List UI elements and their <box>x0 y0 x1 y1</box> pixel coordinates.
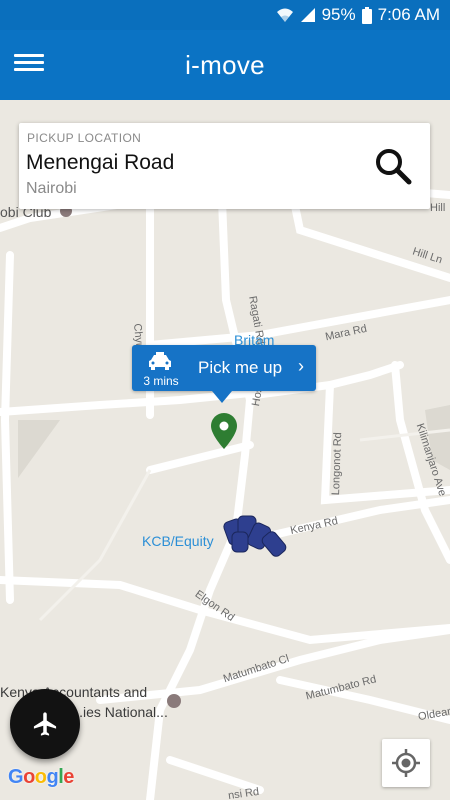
pickup-location-card[interactable]: PICKUP LOCATION Menengai Road Nairobi <box>19 123 430 209</box>
my-location-button[interactable] <box>382 739 430 787</box>
app-bar: i-move <box>0 30 450 100</box>
map-label-kcb-equity: KCB/Equity <box>142 533 214 549</box>
search-icon[interactable] <box>374 147 412 185</box>
taxi-icon <box>149 352 171 370</box>
pickup-city: Nairobi <box>26 180 77 197</box>
location-pin-icon <box>211 413 237 449</box>
pickup-label: PICKUP LOCATION <box>27 131 142 145</box>
poi-icon <box>167 694 181 708</box>
pickup-eta: 3 mins <box>143 374 179 388</box>
airport-fab-button[interactable] <box>10 689 80 759</box>
status-bar: 95% 7:06 AM <box>0 0 450 30</box>
map-label-hill: Hill <box>430 202 446 214</box>
pickup-road: Menengai Road <box>26 151 175 174</box>
battery-percent: 95% <box>321 5 356 24</box>
nearby-cars-icon <box>223 515 287 557</box>
chevron-right-icon: › <box>298 356 304 376</box>
airplane-icon <box>33 712 57 736</box>
google-logo: Google <box>8 766 74 788</box>
battery-icon <box>361 6 372 24</box>
clock: 7:06 AM <box>377 5 440 24</box>
map-label-longonot-rd: Longonot Rd <box>330 432 345 496</box>
pick-me-up-button[interactable]: 3 mins Pick me up › <box>132 345 316 403</box>
signal-icon <box>300 7 316 23</box>
wifi-icon <box>276 7 294 23</box>
pick-me-up-label: Pick me up <box>198 358 283 377</box>
app-title: i-move <box>185 50 265 80</box>
crosshair-icon <box>392 749 420 777</box>
